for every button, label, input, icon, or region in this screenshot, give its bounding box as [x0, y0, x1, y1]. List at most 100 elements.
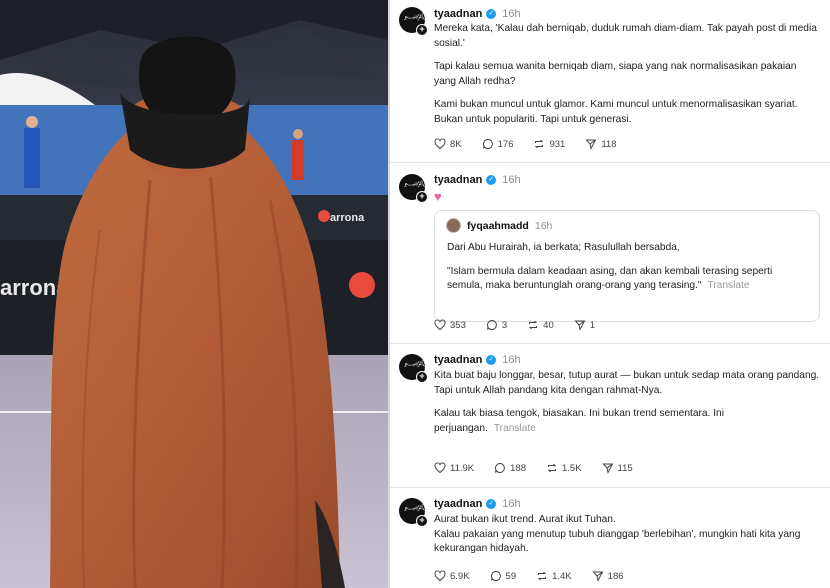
avatar[interactable]: ﷽ + — [399, 498, 458, 527]
thread-post: ﷽ + tyaadnan ✓ 16h Aurat bukan ikut tren… — [390, 488, 830, 588]
thread-post: ﷽ + tyaadnan ✓ 16h Mereka kata, 'Kalau d… — [390, 0, 830, 163]
follow-plus-icon[interactable]: + — [416, 371, 428, 383]
like-button[interactable]: 353 — [434, 319, 466, 331]
comment-icon — [482, 138, 493, 149]
share-button[interactable]: 118 — [585, 138, 617, 150]
post-paragraph: Tapi kalau semua wanita berniqab diam, s… — [434, 61, 797, 87]
avatar[interactable]: ﷽ + — [399, 354, 458, 383]
avatar-logo-icon: ﷽ — [404, 359, 458, 367]
verified-badge-icon: ✓ — [486, 175, 497, 185]
repost-icon — [535, 139, 544, 149]
repost-button[interactable]: 931 — [533, 138, 565, 150]
like-button[interactable]: 11.9K — [434, 462, 474, 474]
post-actions: 8K 176 931 118 — [434, 137, 637, 151]
quoted-paragraph: Dari Abu Hurairah, ia berkata; Rasululla… — [447, 242, 680, 253]
repost-count: 40 — [543, 319, 554, 331]
post-actions: 6.9K 59 1.4K 186 — [434, 569, 644, 583]
send-icon — [585, 139, 597, 150]
avatar[interactable]: ﷽ + — [399, 174, 458, 203]
comment-icon — [486, 319, 497, 330]
post-actions: 353 3 40 1 — [434, 318, 615, 332]
post-header: tyaadnan ✓ 16h — [434, 496, 521, 512]
timestamp[interactable]: 16h — [502, 498, 520, 510]
share-button[interactable]: 115 — [601, 462, 633, 474]
avatar[interactable]: ﷽ + — [399, 7, 458, 36]
timestamp[interactable]: 16h — [502, 8, 520, 20]
heart-icon — [434, 462, 446, 474]
repost-button[interactable]: 1.4K — [536, 570, 572, 582]
reply-count: 188 — [510, 462, 526, 474]
post-paragraph: Tapi untuk Allah pandang kita dengan rah… — [434, 384, 663, 396]
username[interactable]: tyaadnan — [434, 174, 482, 186]
comment-icon — [495, 462, 505, 473]
post-paragraph: Kita buat baju longgar, besar, tutup aur… — [434, 370, 820, 381]
post-paragraph: Kami bukan muncul untuk glamor. Kami mun… — [434, 99, 798, 125]
quoted-post-header: fyqaahmadd 16h — [446, 218, 552, 233]
repost-count: 1.5K — [561, 462, 582, 474]
send-icon — [574, 320, 586, 331]
heart-icon — [434, 319, 446, 331]
avatar-logo-icon: ﷽ — [404, 179, 458, 187]
avatar-logo-icon: ﷽ — [404, 12, 458, 20]
avatar-logo-icon: ﷽ — [404, 503, 458, 511]
post-paragraph: Mereka kata, 'Kalau dah berniqab, duduk … — [434, 23, 817, 49]
translate-link[interactable]: Translate — [494, 423, 536, 434]
like-count: 353 — [450, 319, 466, 331]
username[interactable]: tyaadnan — [434, 354, 482, 366]
username[interactable]: tyaadnan — [434, 8, 482, 20]
post-header: tyaadnan ✓ 16h — [434, 172, 521, 188]
thread-post: ﷽ + tyaadnan ✓ 16h Kita buat baju longga… — [390, 344, 830, 488]
reply-button[interactable]: 176 — [482, 138, 514, 150]
share-button[interactable]: 186 — [592, 570, 624, 582]
follow-plus-icon[interactable]: + — [416, 24, 428, 36]
timestamp[interactable]: 16h — [502, 174, 520, 186]
verified-badge-icon: ✓ — [486, 355, 497, 365]
reply-count: 176 — [497, 138, 514, 150]
translate-link[interactable]: Translate — [708, 280, 750, 291]
quoted-avatar[interactable] — [446, 218, 461, 233]
repost-button[interactable]: 40 — [527, 319, 554, 331]
post-paragraph: Kalau pakaian yang menutup tubuh diangga… — [434, 528, 801, 555]
share-button[interactable]: 1 — [574, 319, 595, 331]
quoted-text: Dari Abu Hurairah, ia berkata; Rasululla… — [447, 241, 809, 294]
reply-button[interactable]: 188 — [494, 462, 526, 474]
reply-button[interactable]: 3 — [486, 319, 507, 331]
repost-button[interactable]: 1.5K — [546, 462, 582, 474]
share-count: 1 — [589, 319, 596, 331]
follow-plus-icon[interactable]: + — [416, 191, 428, 203]
verified-badge-icon: ✓ — [486, 9, 497, 19]
post-text: Mereka kata, 'Kalau dah berniqab, duduk … — [434, 22, 820, 127]
thread-post: ﷽ + tyaadnan ✓ 16h ♥ fyqaahmadd 16h Dari… — [390, 163, 830, 344]
quoted-timestamp: 16h — [534, 219, 553, 232]
send-icon — [601, 463, 613, 474]
reply-count: 59 — [505, 570, 517, 582]
share-count: 186 — [607, 570, 624, 582]
share-count: 115 — [617, 462, 633, 474]
post-header: tyaadnan ✓ 16h — [434, 352, 521, 368]
reply-button[interactable]: 59 — [490, 570, 517, 582]
repost-count: 931 — [549, 138, 566, 150]
username[interactable]: tyaadnan — [434, 498, 482, 510]
banner-text-top: arrona — [330, 212, 365, 224]
like-count: 11.9K — [450, 462, 475, 474]
heart-icon — [434, 138, 446, 150]
timestamp[interactable]: 16h — [502, 354, 520, 366]
post-header: tyaadnan ✓ 16h — [434, 6, 521, 22]
verified-badge-icon: ✓ — [486, 499, 497, 509]
like-button[interactable]: 8K — [434, 138, 462, 150]
post-text: Kita buat baju longgar, besar, tutup aur… — [434, 369, 820, 436]
post-text: ♥ — [434, 190, 820, 207]
follow-plus-icon[interactable]: + — [416, 515, 428, 527]
repost-icon — [547, 463, 557, 473]
repost-icon — [528, 320, 538, 330]
quoted-username[interactable]: fyqaahmadd — [467, 220, 529, 232]
heart-icon — [434, 570, 446, 582]
like-count: 6.9K — [450, 570, 470, 582]
send-icon — [592, 571, 604, 582]
post-actions: 11.9K 188 1.5K 115 — [434, 461, 653, 475]
like-button[interactable]: 6.9K — [434, 570, 470, 582]
post-photo[interactable]: arronax arrona — [0, 0, 388, 588]
comment-icon — [490, 570, 501, 581]
post-paragraph: Kalau tak biasa tengok, biasakan. Ini bu… — [434, 408, 724, 434]
quoted-post[interactable]: fyqaahmadd 16h Dari Abu Hurairah, ia ber… — [434, 210, 820, 322]
